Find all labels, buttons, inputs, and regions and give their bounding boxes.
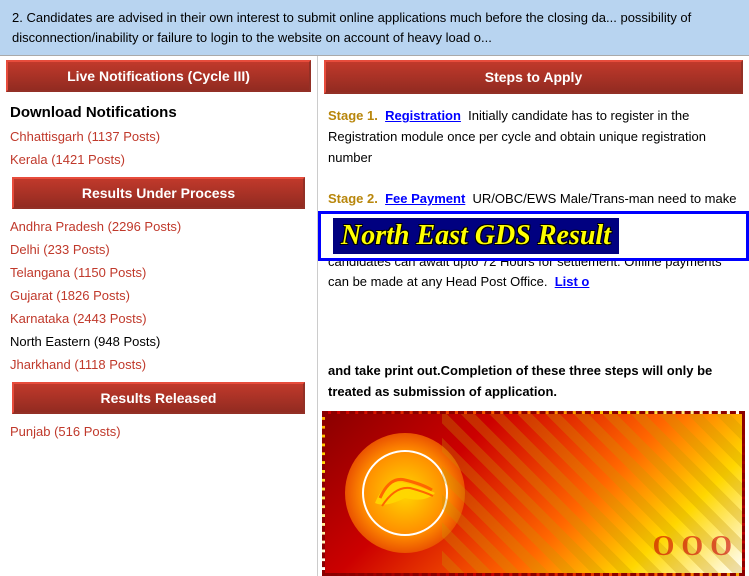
kerala-link[interactable]: Kerala (1421 Posts) — [0, 148, 317, 171]
live-notifications-header: Live Notifications (Cycle III) — [6, 60, 311, 92]
jharkhand-link[interactable]: Jharkhand (1118 Posts) — [0, 353, 317, 376]
delhi-link[interactable]: Delhi (233 Posts) — [0, 238, 317, 261]
stamp-area: O O O — [322, 411, 745, 576]
punjab-link[interactable]: Punjab (516 Posts) — [0, 420, 317, 443]
main-layout: Live Notifications (Cycle III) Download … — [0, 56, 749, 576]
results-under-process-divider: Results Under Process — [6, 177, 311, 209]
results-released-header: Results Released — [12, 382, 305, 414]
stage1-label: Stage 1. — [328, 108, 378, 123]
north-eastern-item: North Eastern (948 Posts) — [0, 330, 317, 353]
top-banner: 2. Candidates are advised in their own i… — [0, 0, 749, 56]
chhattisgarh-link[interactable]: Chhattisgarh (1137 Posts) — [0, 125, 317, 148]
results-under-process-header: Results Under Process — [12, 177, 305, 209]
fee-payment-link[interactable]: Fee Payment — [385, 191, 465, 206]
overlay-banner-text: North East GDS Result — [333, 218, 619, 254]
karnataka-link[interactable]: Karnataka (2443 Posts) — [0, 307, 317, 330]
andhra-link[interactable]: Andhra Pradesh (2296 Posts) — [0, 215, 317, 238]
gujarat-link[interactable]: Gujarat (1826 Posts) — [0, 284, 317, 307]
right-panel: Steps to Apply Stage 1. Registration Ini… — [318, 56, 749, 576]
telangana-link[interactable]: Telangana (1150 Posts) — [0, 261, 317, 284]
steps-to-apply-header: Steps to Apply — [324, 60, 743, 94]
steps-continued: and take print out.Completion of these t… — [318, 357, 749, 411]
continued-text: and take print out.Completion of these t… — [328, 363, 712, 399]
download-notifications-title: Download Notifications — [0, 96, 317, 125]
sidebar: Live Notifications (Cycle III) Download … — [0, 56, 318, 576]
registration-link[interactable]: Registration — [385, 108, 461, 123]
list-link[interactable]: List o — [555, 274, 590, 289]
results-released-divider: Results Released — [6, 382, 311, 414]
stage2-label: Stage 2. — [328, 191, 378, 206]
steps-content: Stage 1. Registration Initially candidat… — [318, 98, 749, 301]
overlay-banner[interactable]: North East GDS Result — [318, 211, 749, 261]
partial-text: O O O — [653, 531, 732, 563]
banner-text: 2. Candidates are advised in their own i… — [12, 10, 691, 45]
